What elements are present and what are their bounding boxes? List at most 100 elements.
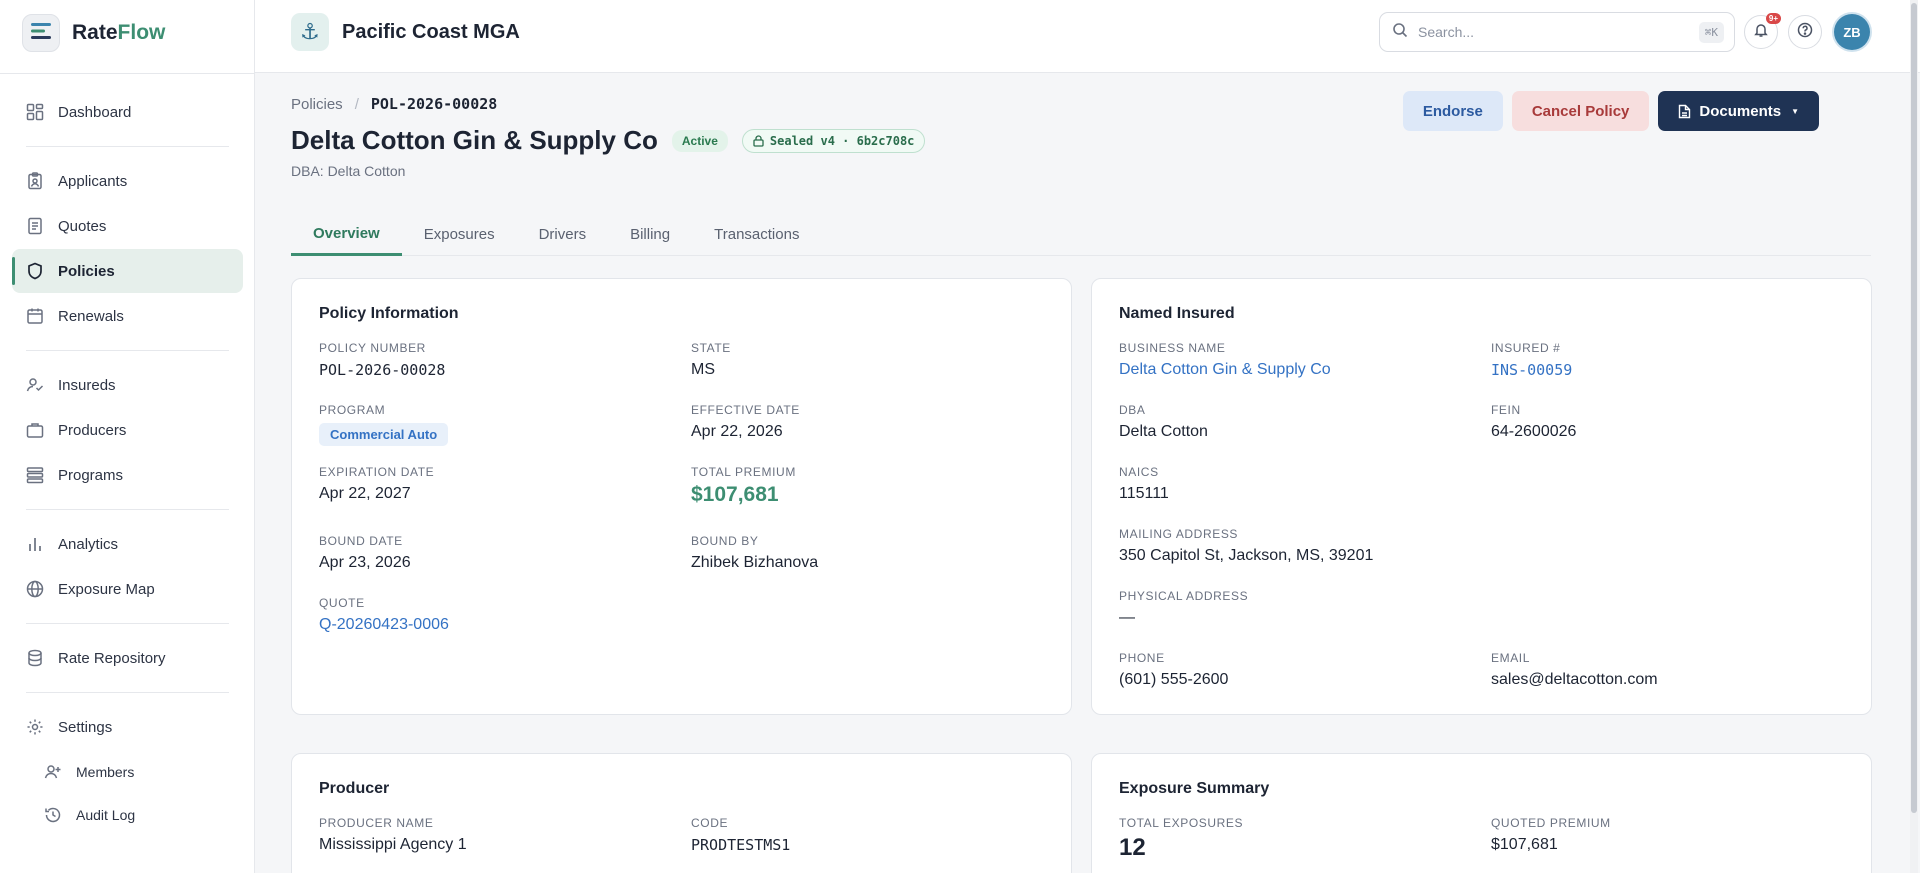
divider — [26, 350, 229, 351]
notifications-button[interactable]: 9+ — [1744, 13, 1781, 49]
title-row: Delta Cotton Gin & Supply Co Active Seal… — [291, 125, 926, 156]
field-value: Delta Cotton — [1119, 423, 1208, 440]
shield-icon — [26, 262, 44, 280]
sidebar-item-label: Dashboard — [58, 103, 132, 121]
business-name-link[interactable]: Delta Cotton Gin & Supply Co — [1119, 361, 1331, 379]
sidebar-subitem-members[interactable]: Members — [12, 750, 243, 793]
sidebar-nav: Dashboard Applicants Quotes Policies Ren… — [12, 90, 243, 836]
insured-number-link[interactable]: INS-00059 — [1491, 361, 1572, 379]
field-value: — — [1119, 609, 1135, 626]
sidebar-item-rate-repository[interactable]: Rate Repository — [12, 636, 243, 680]
search-icon — [1392, 22, 1408, 43]
business-name-field: Business Name Delta Cotton Gin & Supply … — [1119, 341, 1331, 379]
sidebar-item-analytics[interactable]: Analytics — [12, 522, 243, 566]
tab-exposures[interactable]: Exposures — [402, 213, 517, 256]
breadcrumb-policies-link[interactable]: Policies — [291, 96, 343, 113]
field-label: Insured # — [1491, 341, 1561, 355]
sidebar-item-programs[interactable]: Programs — [12, 453, 243, 497]
bar-chart-icon — [26, 535, 44, 553]
expiration-date-field: Expiration Date Apr 22, 2027 — [319, 465, 434, 503]
endorse-button[interactable]: Endorse — [1402, 91, 1503, 131]
sidebar-item-policies[interactable]: Policies — [12, 249, 243, 293]
divider — [26, 692, 229, 693]
help-icon — [1797, 22, 1813, 43]
card-title: Exposure Summary — [1119, 780, 1270, 797]
card-title: Producer — [319, 780, 390, 797]
sidebar-item-label: Policies — [58, 262, 115, 280]
sidebar-item-producers[interactable]: Producers — [12, 408, 243, 452]
sidebar-item-insureds[interactable]: Insureds — [12, 363, 243, 407]
sidebar-item-label: Exposure Map — [58, 580, 155, 598]
field-value: 64-2600026 — [1491, 423, 1577, 440]
search-input[interactable] — [1418, 24, 1678, 40]
sidebar-item-quotes[interactable]: Quotes — [12, 204, 243, 248]
field-value: Zhibek Bizhanova — [691, 554, 819, 571]
field-label: Quoted Premium — [1491, 816, 1611, 830]
top-header: ⚓ Pacific Coast MGA ⌘K 9+ ZB — [255, 0, 1920, 73]
quote-field: Quote Q-20260423-0006 — [319, 596, 449, 634]
help-button[interactable] — [1788, 15, 1822, 49]
fein-field: FEIN 64-2600026 — [1491, 403, 1576, 441]
field-label: NAICS — [1119, 465, 1159, 479]
calendar-icon — [26, 307, 44, 325]
search-box[interactable]: ⌘K — [1379, 12, 1735, 52]
sidebar-item-label: Insureds — [58, 376, 116, 394]
sidebar-item-label: Analytics — [58, 535, 119, 553]
sidebar-item-renewals[interactable]: Renewals — [12, 294, 243, 338]
cancel-policy-button[interactable]: Cancel Policy — [1511, 91, 1650, 131]
field-value: PRODTESTMS1 — [691, 836, 791, 854]
state-field: State MS — [691, 341, 731, 379]
brand: RateFlow — [22, 14, 165, 52]
program-chip[interactable]: Commercial Auto — [319, 423, 449, 446]
history-icon — [44, 806, 62, 824]
avatar[interactable]: ZB — [1834, 14, 1870, 50]
producer-code-field: Code PRODTESTMS1 — [691, 816, 790, 854]
program-field: Program Commercial Auto — [319, 403, 449, 446]
page-scrollbar[interactable] — [1910, 0, 1918, 873]
field-label: Expiration Date — [319, 465, 435, 479]
field-label: DBA — [1119, 403, 1146, 417]
named-insured-card: Named Insured Business Name Delta Cotton… — [1091, 278, 1872, 715]
menu-icon — [31, 22, 51, 44]
quote-link[interactable]: Q-20260423-0006 — [319, 616, 449, 634]
gear-icon — [26, 718, 44, 736]
field-label: Bound By — [691, 534, 759, 548]
sidebar-item-exposure-map[interactable]: Exposure Map — [12, 567, 243, 611]
sealed-badge: Sealed v4 · 6b2c708c — [741, 128, 926, 153]
tab-billing[interactable]: Billing — [608, 213, 692, 256]
producer-name-field: Producer Name Mississippi Agency 1 — [319, 816, 467, 854]
documents-button[interactable]: Documents ▼ — [1658, 91, 1819, 131]
tab-drivers[interactable]: Drivers — [517, 213, 609, 256]
card-title: Policy Information — [319, 305, 459, 322]
field-label: Code — [691, 816, 729, 830]
grid-icon — [26, 103, 44, 121]
field-label: Total Premium — [691, 465, 796, 479]
divider — [26, 509, 229, 510]
breadcrumb-separator: / — [354, 95, 359, 113]
menu-toggle-button[interactable] — [22, 14, 60, 52]
breadcrumb: Policies / POL-2026-00028 — [291, 95, 497, 113]
scrollbar-thumb[interactable] — [1911, 3, 1917, 813]
page-title: Delta Cotton Gin & Supply Co — [291, 125, 658, 155]
email-field: Email sales@deltacotton.com — [1491, 651, 1658, 689]
card-title: Named Insured — [1119, 305, 1235, 322]
field-label: Program — [319, 403, 386, 417]
sidebar-item-settings[interactable]: Settings — [12, 705, 243, 749]
tab-transactions[interactable]: Transactions — [692, 213, 821, 256]
user-check-icon — [26, 376, 44, 394]
file-icon — [1678, 104, 1691, 119]
sidebar-item-label: Producers — [58, 421, 127, 439]
exposure-summary-card: Exposure Summary Total Exposures 12 Quot… — [1091, 753, 1872, 873]
field-label: Phone — [1119, 651, 1165, 665]
briefcase-icon — [26, 421, 44, 439]
tab-overview[interactable]: Overview — [291, 213, 402, 256]
sidebar-subitem-audit-log[interactable]: Audit Log — [12, 793, 243, 836]
field-value: Mississippi Agency 1 — [319, 836, 467, 853]
bell-icon — [1753, 22, 1769, 43]
sidebar-item-applicants[interactable]: Applicants — [12, 159, 243, 203]
layers-icon — [26, 466, 44, 484]
bound-date-field: Bound Date Apr 23, 2026 — [319, 534, 411, 572]
field-label: Email — [1491, 651, 1531, 665]
sidebar-item-dashboard[interactable]: Dashboard — [12, 90, 243, 134]
brand-name-accent: Flow — [117, 21, 166, 44]
